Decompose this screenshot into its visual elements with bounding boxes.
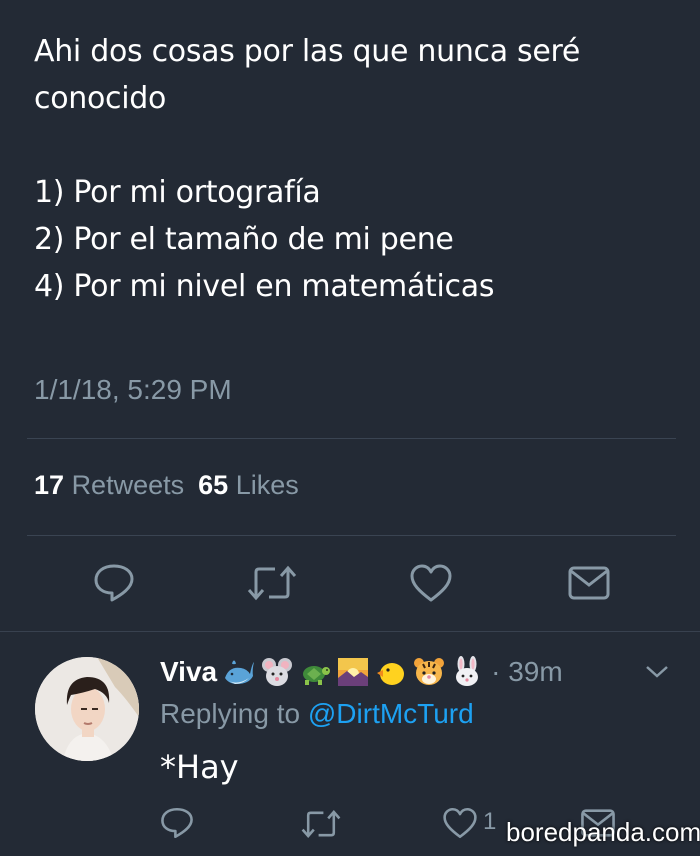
- tweet-line: 1) Por mi ortografía: [34, 175, 321, 210]
- watermark: boredpanda.com: [506, 817, 700, 847]
- divider: [27, 438, 676, 439]
- likes-count[interactable]: 65: [198, 470, 228, 500]
- replying-handle-link[interactable]: @DirtMcTurd: [308, 698, 474, 729]
- reply-icon[interactable]: [93, 562, 135, 604]
- retweets-count[interactable]: 17: [34, 470, 64, 500]
- retweet-icon[interactable]: [246, 563, 298, 603]
- reply-like-count: 1: [483, 808, 497, 835]
- reply-display-name[interactable]: Viva: [160, 656, 217, 688]
- tweet-timestamp[interactable]: 1/1/18, 5:29 PM: [34, 374, 232, 406]
- tweet-line: Ahi dos cosas por las que nunca seré: [34, 34, 581, 69]
- whale-emoji: [225, 660, 255, 684]
- reply-text: *Hay: [160, 748, 239, 786]
- tweet-line: conocido: [34, 81, 167, 116]
- mouse-emoji: [262, 658, 293, 686]
- tiger-emoji: [414, 658, 445, 685]
- rabbit-emoji: [456, 656, 479, 686]
- tweet-line: 4) Por mi nivel en matemáticas: [34, 269, 495, 304]
- tweet-line: 2) Por el tamaño de mi pene: [34, 222, 454, 257]
- retweets-label[interactable]: Retweets: [72, 470, 185, 500]
- name-emojis: [223, 656, 489, 688]
- reply-header: Viva · 39m: [160, 652, 563, 692]
- section-divider: [0, 631, 700, 632]
- likes-label[interactable]: Likes: [236, 470, 299, 500]
- turtle-emoji: [303, 666, 331, 685]
- chick-emoji: [377, 663, 405, 685]
- retweet-icon[interactable]: [300, 808, 342, 840]
- avatar[interactable]: [35, 657, 139, 761]
- reply-icon[interactable]: [160, 806, 194, 840]
- divider: [27, 535, 676, 536]
- sunrise-emoji: [338, 658, 369, 686]
- like-icon[interactable]: [442, 806, 478, 840]
- direct-message-icon[interactable]: [567, 565, 611, 601]
- replying-to: Replying to @DirtMcTurd: [160, 698, 474, 730]
- chevron-down-icon[interactable]: [644, 664, 670, 680]
- tweet-text: Ahi dos cosas por las que nunca seré con…: [34, 28, 674, 310]
- like-icon[interactable]: [409, 562, 453, 604]
- reply-time[interactable]: · 39m: [491, 656, 563, 688]
- tweet-stats: 17 Retweets 65 Likes: [34, 470, 299, 501]
- replying-prefix: Replying to: [160, 698, 301, 729]
